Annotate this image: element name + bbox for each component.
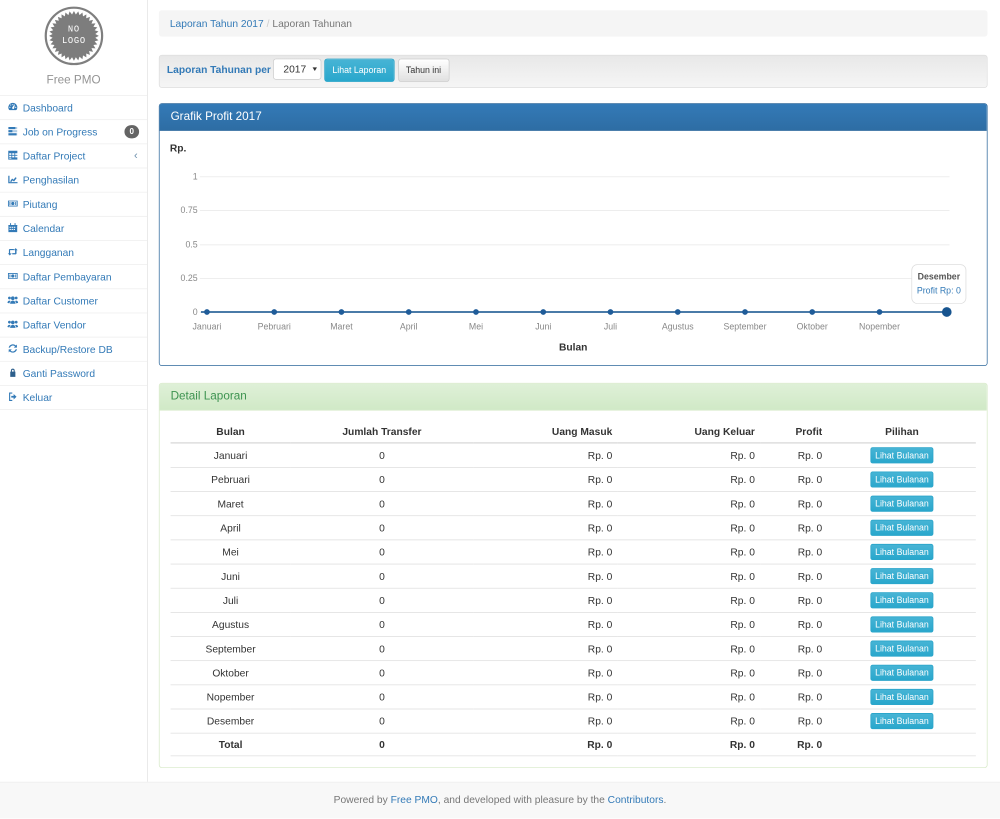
svg-text:NO: NO	[68, 24, 80, 34]
svg-text:LOGO: LOGO	[62, 36, 86, 46]
